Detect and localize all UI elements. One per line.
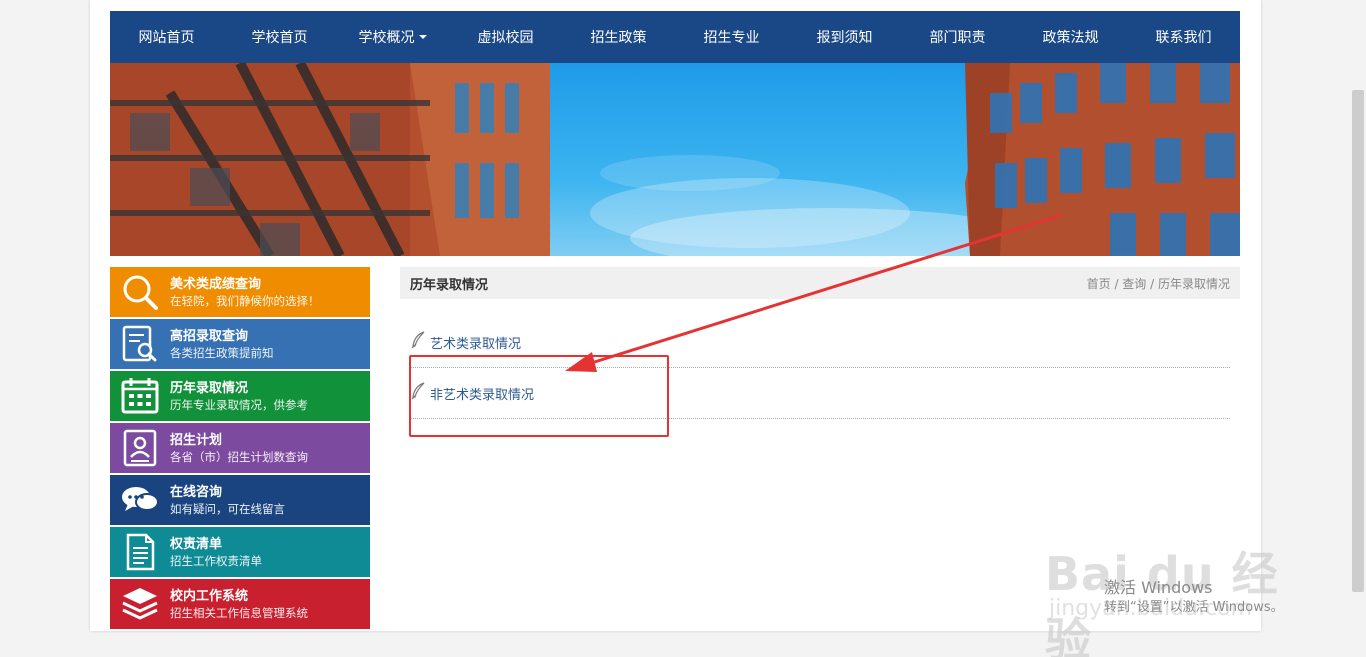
- windows-activation-notice: 激活 Windows 转到“设置”以激活 Windows。: [1104, 578, 1284, 618]
- activation-title: 激活 Windows: [1104, 578, 1213, 597]
- scrollbar-thumb[interactable]: [1352, 90, 1364, 592]
- scrollbar-track[interactable]: [1350, 0, 1366, 657]
- activation-subtitle: 转到“设置”以激活 Windows。: [1104, 600, 1284, 615]
